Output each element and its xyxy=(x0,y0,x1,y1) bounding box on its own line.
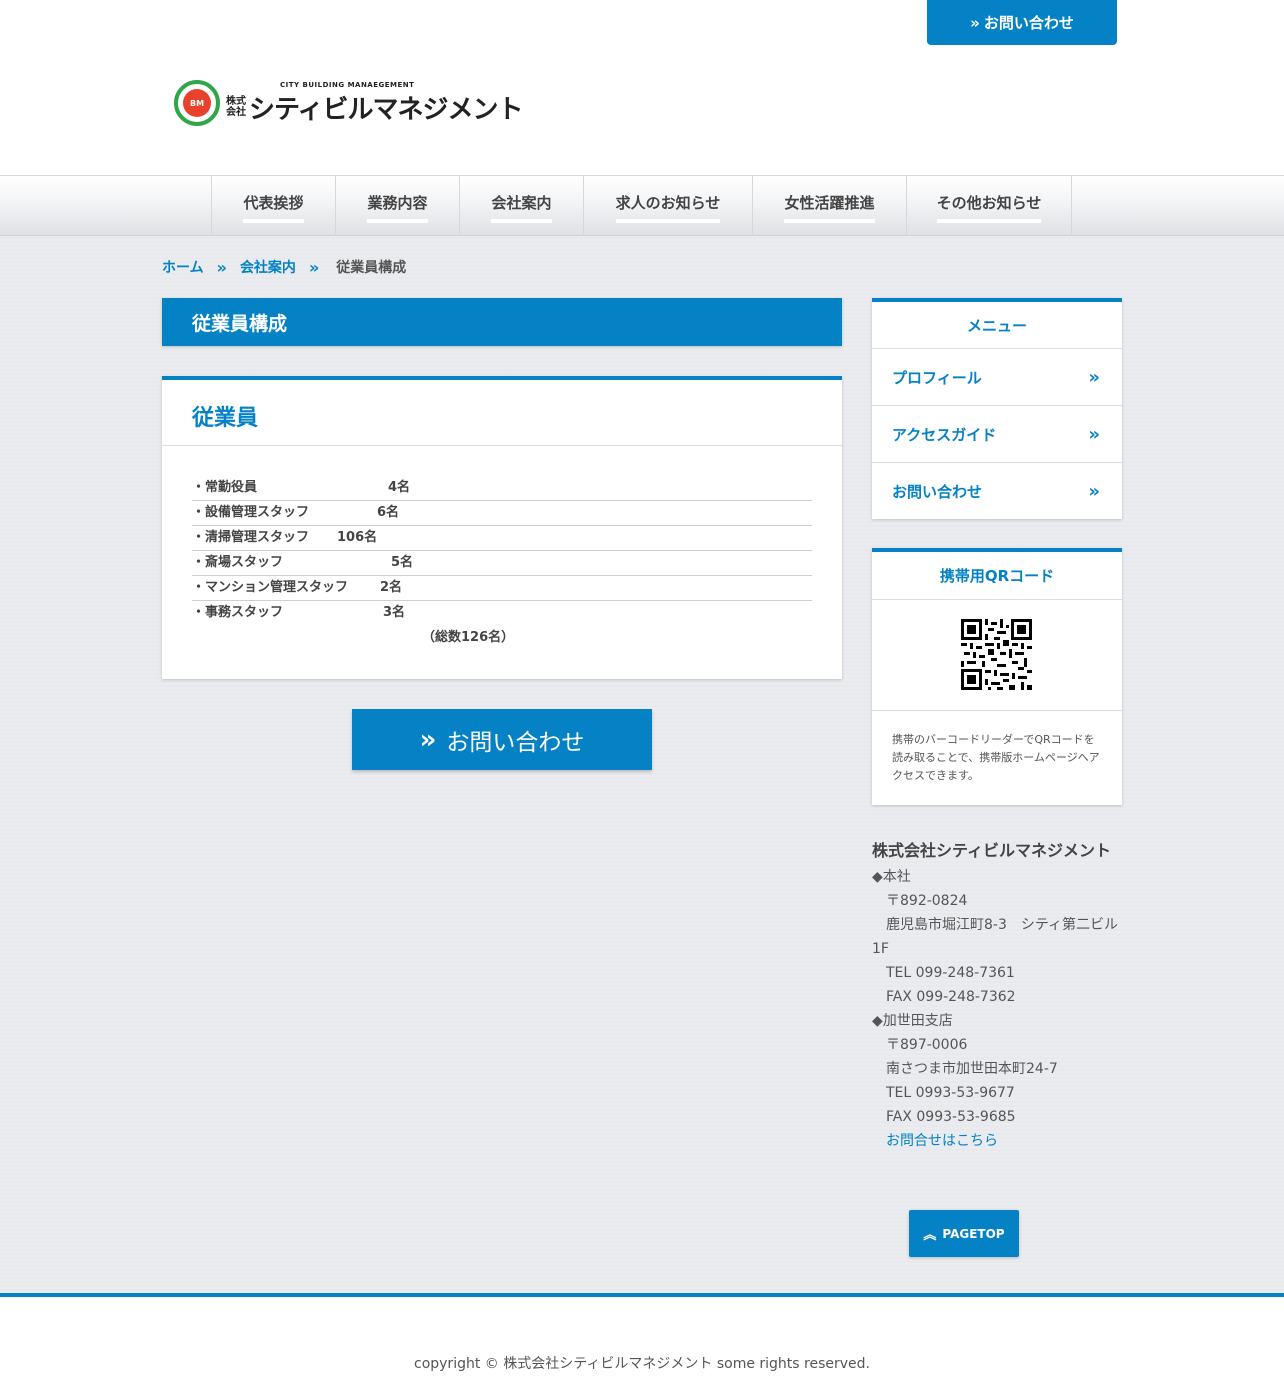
breadcrumb-company[interactable]: 会社案内 xyxy=(240,257,296,277)
contact-link[interactable]: お問合せはこちら xyxy=(872,1129,1122,1153)
pagetop-label: PAGETOP xyxy=(942,1226,1005,1241)
staff-label: ・設備管理スタッフ xyxy=(192,505,310,520)
logo-subtitle: CITY BUILDING MANAEGEMENT xyxy=(280,80,415,89)
head-office-label: ◆本社 xyxy=(872,869,911,885)
page-title: 従業員構成 xyxy=(162,298,842,346)
head-office-address: 鹿児島市堀江町8-3 シティ第二ビル1F xyxy=(872,913,1122,961)
double-chevron-right-icon: » xyxy=(1088,366,1100,388)
staff-row: ・設備管理スタッフ 6名 xyxy=(192,501,812,526)
logo-mark-text: BM xyxy=(183,89,211,117)
staff-count: 6名 xyxy=(377,505,400,520)
double-chevron-up-icon: ︽ xyxy=(923,1228,937,1243)
contact-button[interactable]: » お問い合わせ xyxy=(352,709,652,770)
breadcrumb-current: 従業員構成 xyxy=(336,260,407,276)
double-chevron-right-icon: » xyxy=(216,257,227,277)
branch-fax: FAX 0993-53-9685 xyxy=(886,1109,1016,1125)
company-name: 株式会社シティビルマネジメント xyxy=(872,841,1112,860)
staff-count: 106名 xyxy=(337,530,378,545)
branch-tel: TEL 0993-53-9677 xyxy=(886,1085,1015,1101)
site-header: » お問い合わせ BM CITY BUILDING MANAEGEMENT 株式… xyxy=(0,0,1284,175)
head-office-fax: FAX 099-248-7362 xyxy=(886,989,1016,1005)
staff-row: ・事務スタッフ 3名 xyxy=(192,601,812,626)
site-logo[interactable]: BM CITY BUILDING MANAEGEMENT 株式会社 シティビルマ… xyxy=(174,80,523,126)
staff-row: ・マンション管理スタッフ 2名 xyxy=(192,576,812,601)
nav-item-recruit[interactable]: 求人のお知らせ xyxy=(583,176,752,236)
double-chevron-right-icon: » xyxy=(1088,423,1100,445)
sidebar-item-contact[interactable]: お問い合わせ » xyxy=(872,463,1122,520)
global-nav: 代表挨拶 業務内容 会社案内 求人のお知らせ 女性活躍推進 その他お知らせ xyxy=(0,175,1284,236)
staff-label: ・マンション管理スタッフ xyxy=(192,580,349,595)
breadcrumb-home[interactable]: ホーム xyxy=(162,257,204,277)
company-info: 株式会社シティビルマネジメント ◆本社 〒892-0824 鹿児島市堀江町8-3… xyxy=(872,837,1122,1153)
branch-zip: 〒897-0006 xyxy=(886,1037,968,1053)
staff-label: ・事務スタッフ xyxy=(192,605,284,620)
section-heading: 従業員 xyxy=(162,380,842,446)
staff-count: 5名 xyxy=(391,555,414,570)
copyright: copyright © 株式会社シティビルマネジメント some rights … xyxy=(414,1356,870,1372)
sidebar-menu: メニュー プロフィール » アクセスガイド » お問い合わせ » xyxy=(872,298,1122,519)
nav-item-other-news[interactable]: その他お知らせ xyxy=(906,176,1072,236)
pagetop-button[interactable]: ︽ PAGETOP xyxy=(909,1210,1019,1257)
double-chevron-right-icon: » xyxy=(419,724,437,755)
staff-total: （総数126名） xyxy=(422,630,515,645)
staff-row: ・常勤役員 4名 xyxy=(192,476,812,501)
staff-list: ・常勤役員 4名 ・設備管理スタッフ 6名 ・清掃管理スタッフ 106名 ・斎場スタッ… xyxy=(192,476,812,626)
nav-item-label: 会社案内 xyxy=(491,192,552,223)
nav-item-label: その他お知らせ xyxy=(936,192,1042,223)
sidebar-item-label: アクセスガイド xyxy=(892,425,997,444)
logo-text: CITY BUILDING MANAEGEMENT 株式会社 シティビルマネジメ… xyxy=(226,80,523,126)
double-chevron-right-icon: » xyxy=(1088,481,1100,502)
global-nav-list: 代表挨拶 業務内容 会社案内 求人のお知らせ 女性活躍推進 その他お知らせ xyxy=(211,176,1072,236)
staff-label: ・常勤役員 xyxy=(192,480,258,495)
logo-row: 株式会社 シティビルマネジメント xyxy=(226,89,523,126)
nav-item-business[interactable]: 業務内容 xyxy=(335,176,459,236)
branch-address: 南さつま市加世田本町24-7 xyxy=(886,1061,1058,1077)
nav-item-label: 業務内容 xyxy=(367,192,428,223)
breadcrumb: ホーム » 会社案内 » 従業員構成 xyxy=(162,257,406,277)
site-footer: copyright © 株式会社シティビルマネジメント some rights … xyxy=(0,1293,1284,1380)
head-office-zip: 〒892-0824 xyxy=(886,893,968,909)
nav-item-label: 女性活躍推進 xyxy=(784,192,875,223)
staff-count: 3名 xyxy=(383,605,406,620)
nav-item-label: 代表挨拶 xyxy=(243,192,304,223)
staff-label: ・清掃管理スタッフ xyxy=(192,530,310,545)
head-office-tel: TEL 099-248-7361 xyxy=(886,965,1015,981)
nav-item-women[interactable]: 女性活躍推進 xyxy=(752,176,906,236)
nav-item-greeting[interactable]: 代表挨拶 xyxy=(211,176,335,236)
header-contact-label: お問い合わせ xyxy=(983,14,1074,32)
logo-kaisha: 株式会社 xyxy=(226,96,246,118)
qr-code-description: 携帯のバーコードリーダーでQRコードを読み取ることで、携帯版ホームページへアクセ… xyxy=(892,733,1100,782)
employee-section: 従業員 ・常勤役員 4名 ・設備管理スタッフ 6名 ・清掃管理スタッフ 106名 ・斎… xyxy=(162,376,842,679)
sidebar-item-label: プロフィール xyxy=(892,368,982,387)
staff-label: ・斎場スタッフ xyxy=(192,555,284,570)
sidebar-item-label: お問い合わせ xyxy=(892,483,983,501)
head-office-address-text: 鹿児島市堀江町8-3 シティ第二ビル1F xyxy=(872,917,1119,957)
double-chevron-right-icon: » xyxy=(308,257,320,277)
qr-code-box: 携帯用QRコード 携帯のバーコードリーダーでQRコードを読み取ることで、携帯版ホ… xyxy=(872,548,1122,805)
contact-button-label: お問い合わせ xyxy=(446,729,585,756)
logo-mark: BM xyxy=(174,80,220,126)
sidebar-menu-title: メニュー xyxy=(872,302,1122,349)
nav-item-company[interactable]: 会社案内 xyxy=(459,176,583,236)
sidebar-item-access[interactable]: アクセスガイド » xyxy=(872,406,1122,463)
qr-code-area xyxy=(872,600,1122,711)
staff-row: ・清掃管理スタッフ 106名 xyxy=(192,526,812,551)
staff-count: 4名 xyxy=(388,480,411,495)
header-contact-button[interactable]: » お問い合わせ xyxy=(927,0,1117,45)
double-chevron-right-icon: » xyxy=(970,13,980,32)
staff-count: 2名 xyxy=(380,580,403,595)
logo-name: シティビルマネジメント xyxy=(249,94,523,125)
qr-code-image xyxy=(961,619,1032,690)
qr-code-title: 携帯用QRコード xyxy=(872,552,1122,600)
staff-row: ・斎場スタッフ 5名 xyxy=(192,551,812,576)
branch-label: ◆加世田支店 xyxy=(872,1013,953,1029)
nav-item-label: 求人のお知らせ xyxy=(615,192,721,223)
sidebar-item-profile[interactable]: プロフィール » xyxy=(872,349,1122,406)
